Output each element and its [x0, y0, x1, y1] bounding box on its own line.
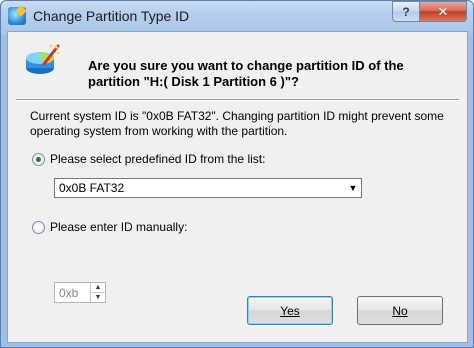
- help-button[interactable]: ?: [392, 1, 420, 22]
- predefined-id-select[interactable]: 0x0B FAT32 ▼: [54, 178, 362, 198]
- manual-id-spinbox[interactable]: 0xb ▲ ▼: [54, 282, 106, 303]
- predefined-id-radio[interactable]: [32, 153, 45, 166]
- manual-id-value: 0xb: [59, 286, 79, 300]
- window-title: Change Partition Type ID: [33, 8, 190, 24]
- divider: [16, 99, 459, 101]
- partition-wizard-icon: [26, 44, 60, 74]
- dialog-window: Change Partition Type ID ? ✕ Are you sur…: [0, 0, 474, 348]
- yes-button-label: Yes: [280, 303, 300, 318]
- title-bar[interactable]: Change Partition Type ID ? ✕: [1, 1, 473, 31]
- confirmation-question: Are you sure you want to change partitio…: [88, 58, 404, 89]
- chevron-down-icon[interactable]: ▼: [345, 179, 361, 197]
- manual-id-radio[interactable]: [32, 221, 45, 234]
- predefined-id-label[interactable]: Please select predefined ID from the lis…: [50, 152, 265, 166]
- no-button[interactable]: No: [357, 296, 443, 325]
- partition-wizard-icon: [8, 7, 26, 25]
- close-button[interactable]: ✕: [419, 1, 467, 22]
- spin-up-icon[interactable]: ▲: [90, 283, 105, 293]
- info-text: Current system ID is "0x0B FAT32". Chang…: [30, 109, 444, 138]
- yes-button[interactable]: Yes: [247, 296, 333, 325]
- manual-id-label[interactable]: Please enter ID manually:: [50, 220, 187, 234]
- predefined-id-value: 0x0B FAT32: [59, 181, 125, 195]
- spin-down-icon[interactable]: ▼: [90, 293, 105, 302]
- no-button-label: No: [392, 303, 408, 318]
